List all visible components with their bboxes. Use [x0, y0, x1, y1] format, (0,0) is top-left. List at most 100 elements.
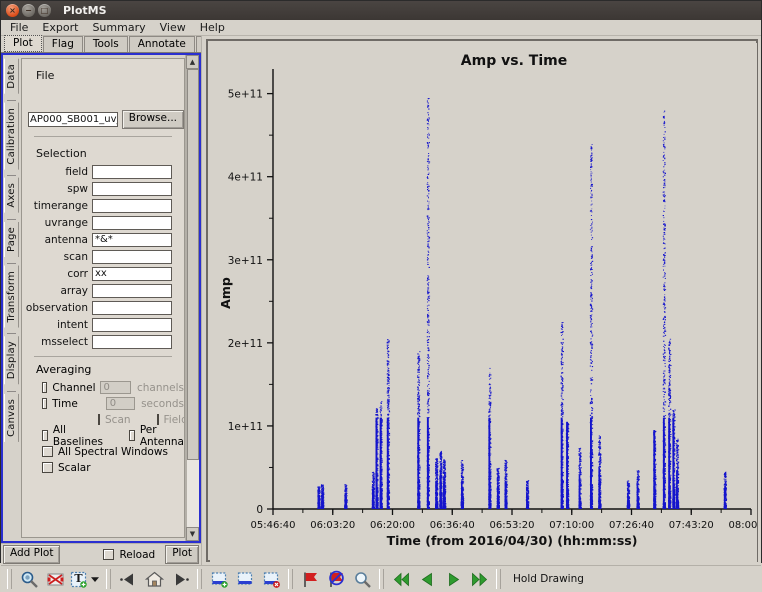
hold-drawing-label: Hold Drawing	[513, 573, 584, 585]
channel-label: Channel	[52, 382, 95, 394]
corr-input[interactable]: xx	[92, 267, 172, 281]
stack-back-icon[interactable]	[115, 568, 141, 590]
maximize-icon[interactable]: □	[38, 4, 51, 17]
timerange-input[interactable]	[92, 199, 172, 213]
x-tick-label: 07:43:20	[669, 520, 714, 531]
scroll-track[interactable]	[186, 69, 199, 527]
x-tick-label: 06:36:40	[430, 520, 475, 531]
flag-icon[interactable]	[297, 568, 323, 590]
dropdown-arrow-icon[interactable]	[88, 568, 102, 590]
annotate-text-icon[interactable]: T	[68, 568, 88, 590]
x-tick-label: 06:53:20	[490, 520, 535, 531]
per-antenna-checkbox[interactable]	[129, 430, 135, 441]
plot-frame: Amp vs. Time 01e+112e+113e+114e+115e+110…	[206, 39, 758, 562]
tab-tools[interactable]: Tools	[84, 36, 128, 52]
menu-summary[interactable]: Summary	[85, 20, 152, 35]
scalar-label: Scalar	[58, 462, 91, 474]
sidebar-item-transform[interactable]: Transform	[4, 266, 19, 328]
field-row: field	[22, 164, 184, 179]
browse-button[interactable]: Browse...	[122, 110, 184, 129]
spw-input[interactable]	[92, 182, 172, 196]
rail-divider	[7, 219, 16, 220]
all-spectral-windows-checkbox[interactable]	[42, 446, 53, 457]
first-page-icon[interactable]	[388, 568, 414, 590]
sidebar-item-page[interactable]: Page	[4, 222, 19, 257]
divider	[34, 356, 172, 357]
plot-button[interactable]: Plot	[165, 545, 199, 564]
locate-icon[interactable]	[349, 568, 375, 590]
magnifier-zoom-icon[interactable]	[16, 568, 42, 590]
scroll-up-icon[interactable]: ▲	[186, 55, 199, 69]
mark-region-icon[interactable]	[206, 568, 232, 590]
tab-plot[interactable]: Plot	[4, 35, 42, 52]
toolbar-separator	[379, 569, 384, 589]
plot-canvas-panel[interactable]: Amp vs. Time 01e+112e+113e+114e+115e+110…	[201, 36, 761, 565]
prev-page-icon[interactable]	[414, 568, 440, 590]
intent-input[interactable]	[92, 318, 172, 332]
spw-row: spw	[22, 181, 184, 196]
main-area: Plot Flag Tools Annotate Options Data Ca…	[1, 36, 761, 565]
y-tick-label: 2e+11	[228, 338, 263, 350]
y-tick-label: 0	[256, 504, 263, 516]
array-input[interactable]	[92, 284, 172, 298]
channel-value-input[interactable]: 0	[100, 381, 131, 394]
toolbar-separator	[7, 569, 12, 589]
menu-export[interactable]: Export	[35, 20, 85, 35]
x-tick-label: 06:20:00	[370, 520, 415, 531]
y-tick-label: 5e+11	[228, 89, 263, 101]
plot-inner: Amp vs. Time 01e+112e+113e+114e+115e+110…	[210, 43, 754, 558]
scan-input[interactable]	[92, 250, 172, 264]
stack-forward-icon[interactable]	[167, 568, 193, 590]
unflag-icon[interactable]	[323, 568, 349, 590]
tab-flag[interactable]: Flag	[43, 36, 83, 52]
pan-icon[interactable]	[42, 568, 68, 590]
close-icon[interactable]: ×	[6, 4, 19, 17]
per-antenna-label: Per Antenna	[140, 424, 184, 448]
left-control-panel: Plot Flag Tools Annotate Options Data Ca…	[1, 36, 201, 565]
amp-vs-time-plot[interactable]: Amp vs. Time 01e+112e+113e+114e+115e+110…	[210, 43, 757, 562]
ms-path-input[interactable]: AP000_SB001_uv_copy.MS	[28, 112, 118, 127]
all-baselines-checkbox[interactable]	[42, 430, 48, 441]
menu-help[interactable]: Help	[193, 20, 232, 35]
panel-scrollbar[interactable]: ▲ ▼	[185, 55, 199, 541]
observation-input[interactable]	[92, 301, 172, 315]
scroll-down-icon[interactable]: ▼	[186, 527, 199, 541]
toolbar-separator	[197, 569, 202, 589]
msselect-input[interactable]	[92, 335, 172, 349]
x-axis-label: Time (from 2016/04/30) (hh:mm:ss)	[387, 533, 638, 548]
field-label: field	[22, 166, 92, 178]
reload-checkbox[interactable]	[103, 549, 114, 560]
sidebar-item-data[interactable]: Data	[4, 59, 19, 94]
antenna-label: antenna	[22, 234, 92, 246]
plot-tab-panel: Data Calibration Axes Page Transform Dis…	[1, 53, 201, 543]
antenna-input[interactable]: *&*	[92, 233, 172, 247]
next-page-icon[interactable]	[440, 568, 466, 590]
sidebar-item-calibration[interactable]: Calibration	[4, 103, 19, 170]
uvrange-input[interactable]	[92, 216, 172, 230]
sidebar-item-axes[interactable]: Axes	[4, 178, 19, 213]
home-icon[interactable]	[141, 568, 167, 590]
menu-view[interactable]: View	[153, 20, 193, 35]
sidebar-item-display[interactable]: Display	[4, 336, 19, 384]
time-checkbox[interactable]	[42, 398, 47, 409]
scroll-thumb[interactable]	[187, 69, 199, 460]
uvrange-row: uvrange	[22, 215, 184, 230]
selection-section-label: Selection	[36, 147, 184, 160]
add-plot-button[interactable]: Add Plot	[3, 545, 60, 564]
file-row: AP000_SB001_uv_copy.MS Browse...	[28, 110, 184, 129]
minimize-icon[interactable]: −	[22, 4, 35, 17]
last-page-icon[interactable]	[466, 568, 492, 590]
data-form: File AP000_SB001_uv_copy.MS Browse... Se…	[21, 58, 185, 538]
scalar-checkbox[interactable]	[42, 462, 53, 473]
baselines-row: All Baselines Per Antenna	[42, 428, 184, 443]
file-section-label: File	[36, 69, 184, 82]
tab-annotate[interactable]: Annotate	[129, 36, 195, 52]
sidebar-item-canvas[interactable]: Canvas	[4, 394, 19, 442]
clear-regions-icon[interactable]	[258, 568, 284, 590]
channel-checkbox[interactable]	[42, 382, 47, 393]
subtract-region-icon[interactable]	[232, 568, 258, 590]
field-input[interactable]	[92, 165, 172, 179]
x-tick-label: 06:03:20	[310, 520, 355, 531]
time-value-input[interactable]: 0	[106, 397, 135, 410]
menu-file[interactable]: File	[3, 20, 35, 35]
